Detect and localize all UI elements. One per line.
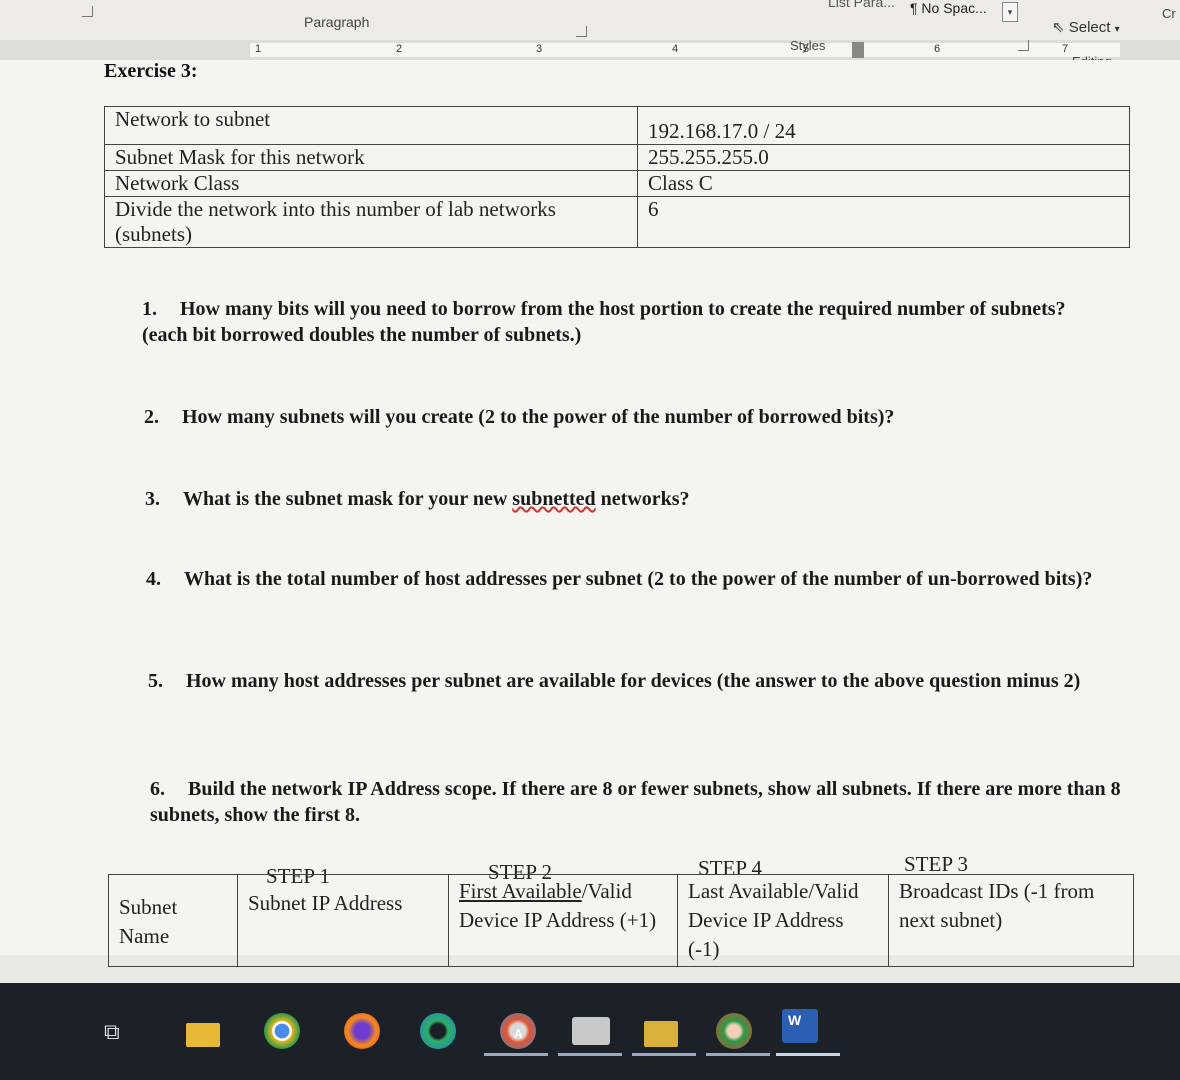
table-row: Network Class Class C: [104, 170, 1130, 197]
style-no-spacing[interactable]: ¶ No Spac...: [910, 0, 987, 16]
task-view-icon[interactable]: ⧉: [104, 1019, 130, 1045]
ribbon: Paragraph List Para... ¶ No Spac... ▾ ⇖ …: [0, 0, 1180, 41]
cursor-arrow-icon: ⇖: [1052, 19, 1065, 36]
question-3: 3. What is the subnet mask for your new s…: [145, 486, 1115, 512]
info-value: Class C: [637, 170, 1130, 197]
question-text-end: networks?: [595, 488, 690, 510]
question-4: 4. What is the total number of host addre…: [146, 566, 1096, 592]
exercise-title: Exercise 3:: [104, 60, 198, 82]
question-number: 2.: [144, 406, 159, 428]
info-value: 6: [637, 196, 1130, 248]
question-5: 5. How many host addresses per subnet are…: [148, 668, 1138, 694]
header-subnet-ip: Subnet IP Address: [237, 874, 449, 967]
windows-taskbar: ⧉ A W: [0, 983, 1180, 1080]
select-label: Select: [1068, 19, 1111, 36]
network-info-table: Network to subnet 192.168.17.0 / 24 Subn…: [104, 106, 1130, 248]
header-subnet-name: Subnet Name: [108, 874, 238, 967]
horizontal-ruler[interactable]: 1 2 3 4 5 6 7 Styles Editing: [0, 38, 1180, 69]
create-button-label[interactable]: Cr: [1162, 6, 1176, 21]
ruler-mark-7: 7: [1062, 43, 1069, 55]
question-text: What is the total number of host address…: [184, 568, 1093, 590]
info-value: 255.255.255.0: [637, 144, 1130, 171]
question-text: How many host addresses per subnet are a…: [186, 670, 1081, 692]
question-number: 5.: [148, 670, 163, 692]
word-letter: W: [788, 1012, 802, 1028]
firefox-icon[interactable]: [344, 1013, 380, 1049]
fax-icon[interactable]: [572, 1017, 610, 1045]
chrome-user-running-indicator: [706, 1053, 770, 1056]
fax-running-indicator: [558, 1053, 622, 1056]
question-text: How many bits will you need to borrow fr…: [142, 298, 1066, 346]
question-number: 3.: [145, 488, 160, 510]
table-row: Network to subnet 192.168.17.0 / 24: [104, 106, 1130, 145]
header-last-available: Last Available/Valid Device IP Address (…: [677, 874, 889, 967]
question-text: Build the network IP Address scope. If t…: [150, 778, 1121, 826]
info-value: 192.168.17.0 / 24: [637, 106, 1130, 145]
table-header-row: Subnet Name Subnet IP Address First Avai…: [108, 874, 1134, 967]
question-1: 1. How many bits will you need to borrow …: [142, 296, 1112, 348]
question-number: 4.: [146, 568, 161, 590]
paragraph-launcher-icon[interactable]: [576, 26, 587, 37]
first-available-link: First Available: [459, 879, 582, 903]
folder-icon[interactable]: [644, 1021, 678, 1047]
info-label: Network Class: [104, 170, 638, 197]
header-broadcast: Broadcast IDs (-1 from next subnet): [888, 874, 1134, 967]
question-6: 6. Build the network IP Address scope. If…: [150, 776, 1170, 828]
paragraph-group-label: Paragraph: [304, 14, 370, 30]
question-text: What is the subnet mask for your new: [183, 488, 513, 510]
word-active-indicator: [776, 1053, 840, 1056]
ruler-mark-1: 1: [255, 43, 262, 55]
chrome-icon[interactable]: [264, 1013, 300, 1049]
ruler-mark-4: 4: [672, 43, 679, 55]
styles-launcher-icon[interactable]: [1018, 40, 1029, 51]
document-page[interactable]: Exercise 3: Network to subnet 192.168.17…: [0, 60, 1180, 967]
question-number: 1.: [142, 298, 157, 320]
ruler-mark-6: 6: [934, 43, 941, 55]
edge-icon[interactable]: [420, 1013, 456, 1049]
question-2: 2. How many subnets will you create (2 to…: [144, 404, 1114, 430]
table-row: Subnet Mask for this network 255.255.255…: [104, 144, 1130, 171]
spelling-flagged-word[interactable]: subnetted: [512, 488, 595, 510]
file-explorer-icon[interactable]: [186, 1023, 220, 1047]
chrome-user-icon[interactable]: [716, 1013, 752, 1049]
question-number: 6.: [150, 778, 165, 800]
ruler-mark-3: 3: [536, 43, 543, 55]
chrome-profile-running-indicator: [484, 1053, 548, 1056]
question-text: How many subnets will you create (2 to t…: [182, 406, 895, 428]
chrome-profile-icon[interactable]: A: [500, 1013, 536, 1049]
ip-scope-table: Subnet Name Subnet IP Address First Avai…: [108, 874, 1134, 967]
style-list-paragraph[interactable]: List Para...: [828, 0, 895, 10]
profile-letter: A: [514, 1027, 523, 1041]
styles-group-label: Styles: [790, 38, 826, 53]
ruler-mark-2: 2: [396, 43, 403, 55]
chevron-down-icon: ▾: [1114, 24, 1120, 35]
clipboard-launcher-icon[interactable]: [82, 6, 93, 17]
info-label: Network to subnet: [104, 106, 638, 145]
table-row: Divide the network into this number of l…: [104, 196, 1130, 248]
word-icon[interactable]: W: [782, 1009, 818, 1043]
header-first-available: First Available/Valid Device IP Address …: [448, 874, 678, 967]
styles-gallery-more-icon[interactable]: ▾: [1002, 2, 1018, 22]
info-label: Subnet Mask for this network: [104, 144, 638, 171]
folder-running-indicator: [632, 1053, 696, 1056]
info-label: Divide the network into this number of l…: [104, 196, 638, 248]
ruler-text-area: [250, 43, 1120, 57]
select-button[interactable]: ⇖ Select ▾: [1052, 18, 1120, 36]
indent-marker-icon[interactable]: [852, 42, 864, 58]
